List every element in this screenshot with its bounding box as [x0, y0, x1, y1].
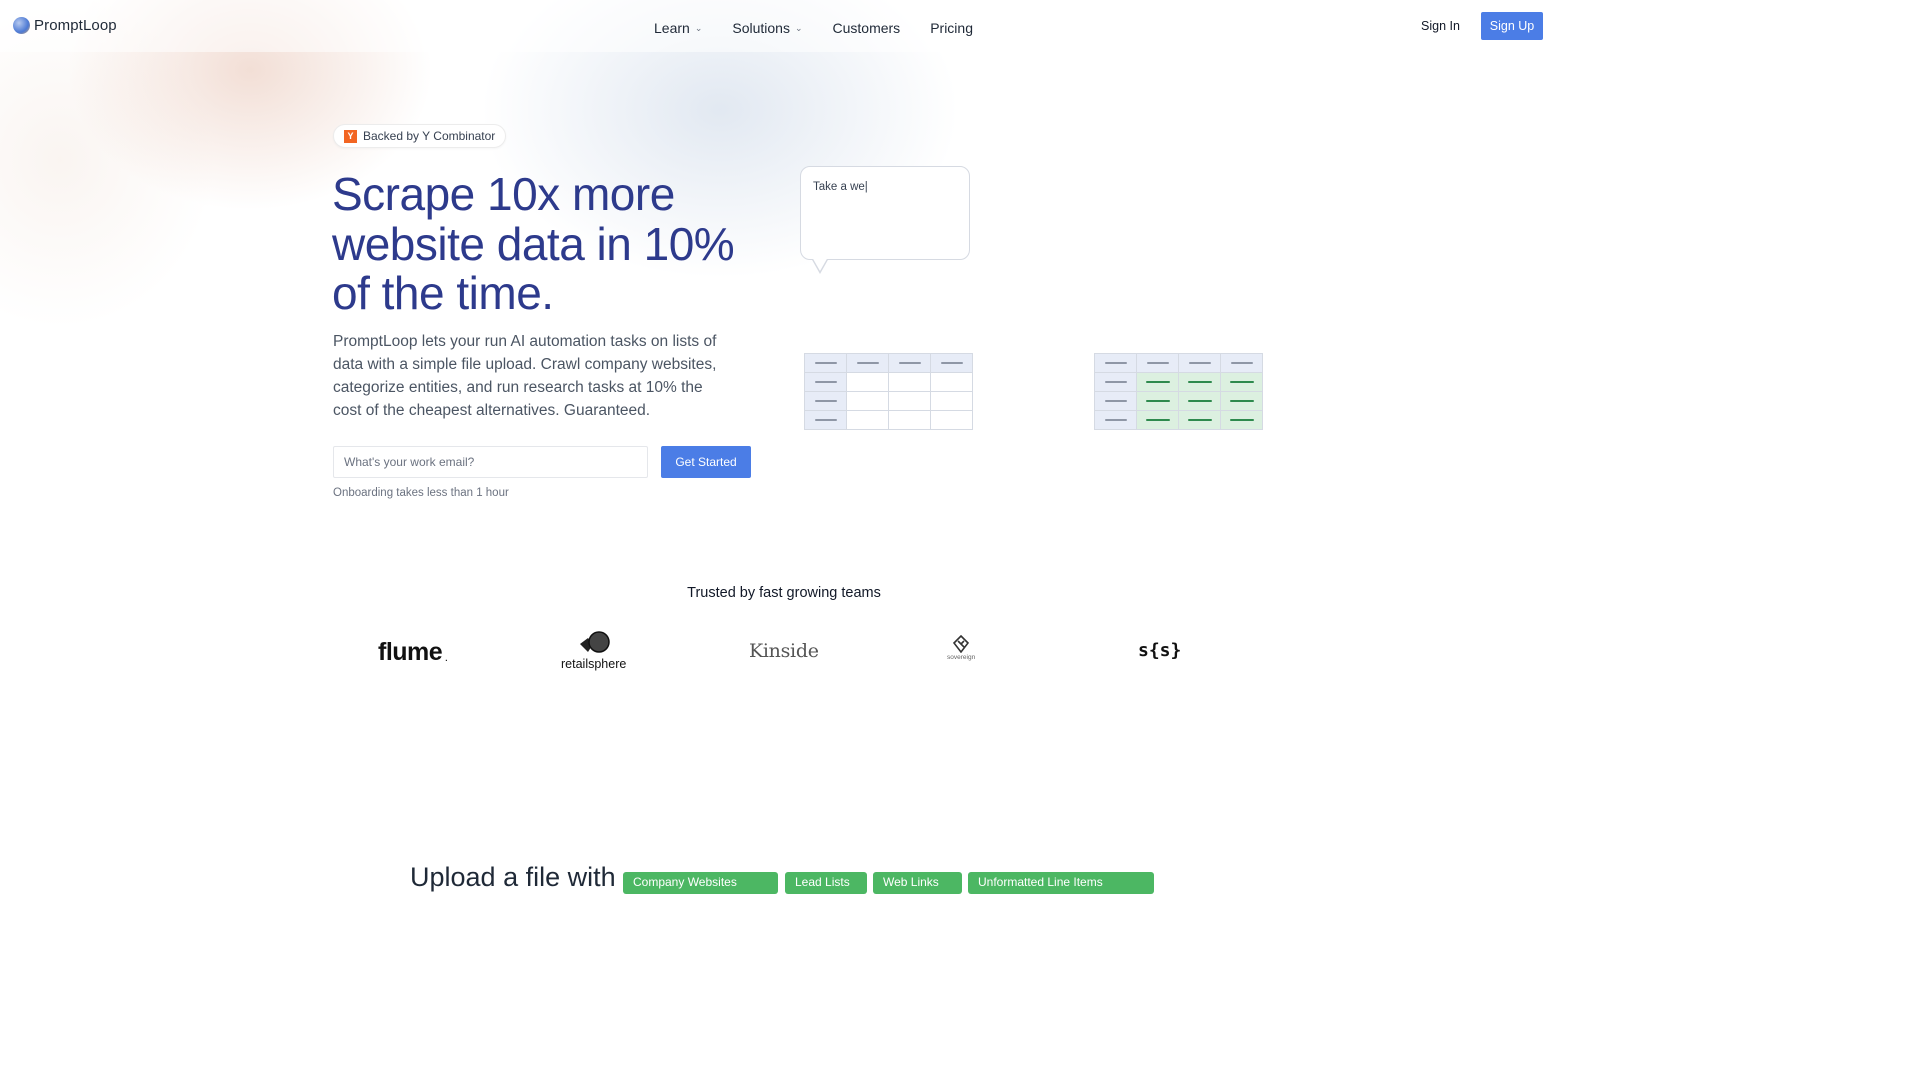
brand-name: PromptLoop [34, 17, 117, 34]
upload-section-title: Upload a file with [410, 862, 616, 892]
retailsphere-logo-text: retailsphere [561, 657, 627, 671]
ss-logo-text: s{s} [1138, 640, 1182, 661]
output-table-illustration [1094, 353, 1263, 430]
hero-subtext: PromptLoop lets your run AI automation t… [333, 333, 717, 419]
tag-web-links: Web Links [873, 872, 962, 894]
prompt-typing-text: Take a we| [813, 181, 868, 193]
nav-customers[interactable]: Customers [833, 20, 901, 36]
sovereign-logo: sovereign [947, 635, 975, 661]
table-row [1094, 353, 1263, 373]
nav-learn-label: Learn [654, 20, 690, 36]
kinside-logo: Kinside [749, 640, 819, 662]
retailsphere-mark-icon [576, 630, 612, 656]
get-started-button[interactable]: Get Started [661, 446, 751, 478]
table-row [804, 410, 973, 430]
kinside-logo-text: Kinside [749, 640, 819, 662]
table-row [1094, 372, 1263, 392]
table-row [804, 372, 973, 392]
tag-lead-lists: Lead Lists [785, 872, 867, 894]
input-table-illustration [804, 353, 973, 430]
y-combinator-icon: Y [344, 129, 357, 143]
sovereign-logo-text: sovereign [947, 654, 976, 661]
sign-in-link[interactable]: Sign In [1421, 19, 1460, 33]
nav-pricing[interactable]: Pricing [930, 20, 973, 36]
flume-logo-dot: . [445, 654, 447, 663]
tag-company-websites: Company Websites [623, 872, 778, 894]
badge-text: Backed by Y Combinator [363, 129, 496, 143]
brand[interactable]: PromptLoop [13, 17, 117, 34]
sign-up-button[interactable]: Sign Up [1481, 12, 1543, 40]
chevron-down-icon: ⌄ [694, 22, 703, 33]
chevron-down-icon: ⌄ [794, 22, 803, 33]
nav-solutions[interactable]: Solutions ⌄ [732, 20, 802, 36]
sovereign-mark-icon [953, 635, 970, 653]
table-row [1094, 410, 1263, 430]
top-navbar: PromptLoop Learn ⌄ Solutions ⌄ Customers… [0, 0, 1568, 52]
table-row [804, 353, 973, 373]
flume-logo-text: flume [378, 638, 443, 666]
work-email-input[interactable] [333, 446, 648, 478]
nav-links: Learn ⌄ Solutions ⌄ Customers Pricing [654, 20, 973, 36]
trusted-heading: Trusted by fast growing teams [687, 585, 881, 601]
yc-badge: Y Backed by Y Combinator [333, 124, 507, 148]
prompt-bubble-tail-fill [812, 257, 828, 271]
table-row [804, 391, 973, 411]
nav-solutions-label: Solutions [732, 20, 790, 36]
nav-customers-label: Customers [832, 20, 901, 36]
prompt-bubble: Take a we| [800, 166, 970, 260]
promptloop-logo-icon [13, 17, 30, 34]
retailsphere-logo: retailsphere [561, 630, 626, 671]
nav-learn[interactable]: Learn ⌄ [654, 20, 702, 36]
hero-headline: Scrape 10x more website data in 10% of t… [332, 168, 735, 319]
ss-logo: s{s} [1138, 640, 1181, 661]
tag-unformatted-line-items: Unformatted Line Items [968, 872, 1154, 894]
flume-logo: flume . [378, 638, 447, 667]
onboarding-note: Onboarding takes less than 1 hour [333, 487, 509, 499]
table-row [1094, 391, 1263, 411]
nav-pricing-label: Pricing [930, 20, 973, 36]
